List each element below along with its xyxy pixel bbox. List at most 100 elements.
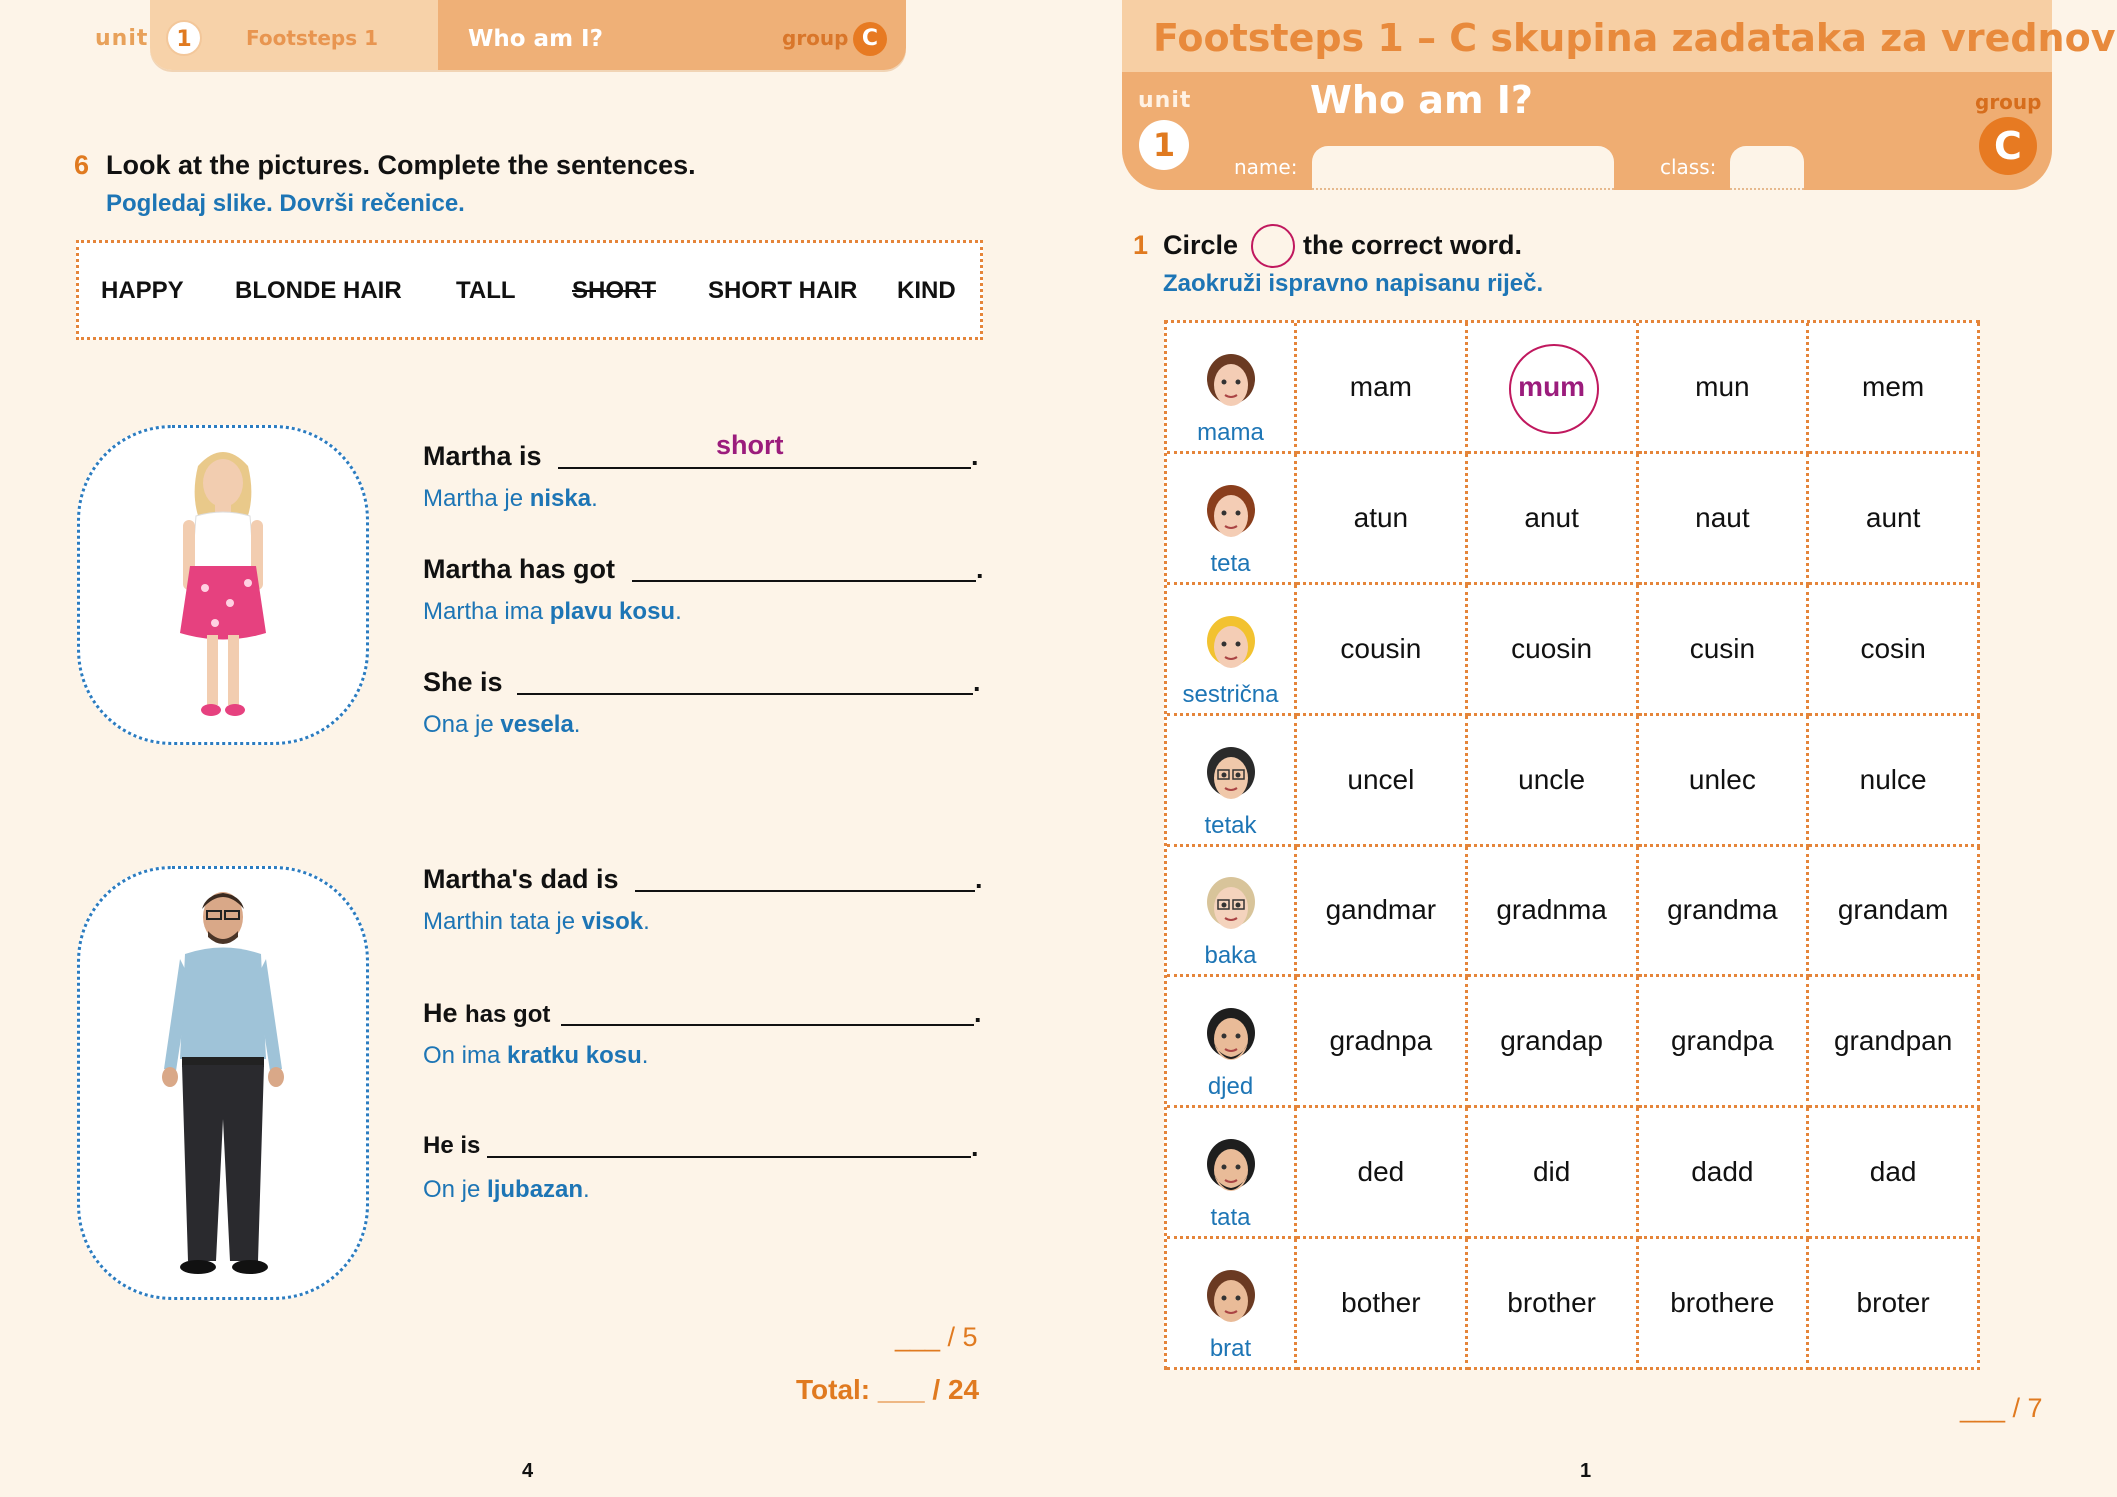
task-instruction-start: Circle [1163, 230, 1239, 260]
word-bank-item: TALL [456, 277, 516, 304]
word-option[interactable]: gandmar [1297, 846, 1468, 978]
face-icon [1206, 615, 1255, 668]
sentence-5-text: He has got [423, 998, 551, 1028]
unit-label: unit [1138, 88, 1192, 113]
word-bank-item: BLONDE HAIR [235, 277, 402, 304]
word-option-circled[interactable]: mum [1467, 323, 1639, 454]
class-field[interactable] [1730, 146, 1804, 190]
word-bank-item: HAPPY [101, 277, 184, 304]
row-picture-4: tetak [1167, 715, 1297, 847]
period: . [974, 998, 982, 1028]
word-option[interactable]: gradnma [1467, 846, 1639, 978]
sentence-4-text: Martha's dad is [423, 864, 619, 894]
unit-number-badge: 1 [166, 20, 202, 56]
group-badge: C [1979, 117, 2037, 175]
sentence-4-translation: Marthin tata je visok. [423, 908, 650, 935]
circle-icon [1251, 224, 1295, 268]
word-option[interactable]: mam [1297, 323, 1468, 454]
word-option[interactable]: naut [1638, 453, 1810, 585]
row-picture-2: teta [1167, 453, 1297, 585]
word-option[interactable]: brother [1467, 1239, 1639, 1370]
answer-line-2[interactable] [632, 580, 976, 582]
word-bank-item: SHORT HAIR [708, 277, 858, 304]
word-option[interactable]: nulce [1809, 715, 1980, 847]
answer-line-6[interactable] [487, 1156, 971, 1158]
word-option[interactable]: dad [1809, 1108, 1980, 1240]
word-option[interactable]: did [1467, 1108, 1639, 1240]
word-option[interactable]: mem [1809, 323, 1980, 454]
worksheet-title: Footsteps 1 – C skupina zadataka za vred… [1153, 16, 2117, 60]
word-option[interactable]: aunt [1809, 453, 1980, 585]
face-icon [1206, 746, 1255, 799]
word-option[interactable]: broter [1809, 1239, 1980, 1370]
name-label: name: [1234, 155, 1298, 179]
word-option[interactable]: cusin [1638, 584, 1810, 716]
word-option[interactable]: mun [1638, 323, 1810, 454]
row-label: tata [1210, 1204, 1251, 1232]
task-number: 1 [1133, 230, 1149, 260]
row-picture-1: mama [1167, 323, 1297, 454]
word-option[interactable]: grandma [1638, 846, 1810, 978]
total-score: Total: ___ / 24 [796, 1374, 980, 1405]
period: . [971, 441, 979, 471]
task-score: ___ / 7 [1960, 1393, 2043, 1423]
face-icon [1206, 1139, 1255, 1192]
task-number: 6 [74, 150, 90, 180]
group-label: group [782, 26, 849, 50]
sentence-6-translation: On je ljubazan. [423, 1176, 590, 1203]
word-option[interactable]: grandap [1467, 977, 1639, 1109]
word-option[interactable]: brothere [1638, 1239, 1810, 1370]
word-option[interactable]: cosin [1809, 584, 1980, 716]
word-option[interactable]: grandam [1809, 846, 1980, 978]
row-label: tetak [1204, 811, 1257, 839]
word-option[interactable]: grandpa [1638, 977, 1810, 1109]
group-label: group [1975, 90, 2042, 114]
row-label: teta [1210, 549, 1251, 577]
word-option[interactable]: gradnpa [1297, 977, 1468, 1109]
sentence-3-translation: Ona je vesela. [423, 711, 581, 738]
girl-picture-frame [77, 425, 369, 745]
face-icon [1206, 353, 1255, 406]
class-label: class: [1660, 155, 1717, 179]
unit-number-badge: 1 [1139, 120, 1189, 170]
answer-line-1[interactable] [558, 467, 971, 469]
word-option[interactable]: atun [1297, 453, 1468, 585]
word-option[interactable]: cousin [1297, 584, 1468, 716]
word-option[interactable]: uncle [1467, 715, 1639, 847]
sentence-2-text: Martha has got [423, 554, 616, 584]
word-option[interactable]: uncel [1297, 715, 1468, 847]
sentence-2-translation: Martha ima plavu kosu. [423, 598, 682, 625]
sentence-5-translation: On ima kratku kosu. [423, 1042, 649, 1069]
word-option[interactable]: grandpan [1809, 977, 1980, 1109]
face-icon [1206, 1008, 1255, 1061]
word-option[interactable]: ded [1297, 1108, 1468, 1240]
row-label: mama [1197, 418, 1264, 446]
period: . [976, 554, 984, 584]
answer-line-3[interactable] [517, 693, 973, 695]
face-icon [1206, 484, 1255, 537]
task-instruction-translation: Pogledaj slike. Dovrši rečenice. [106, 190, 465, 217]
task-instruction-end: the correct word. [1303, 230, 1523, 260]
word-choice-grid: mama mam mum mun mem teta atun anut naut aunt sest… [1164, 320, 1980, 1370]
answer-line-5[interactable] [561, 1024, 974, 1026]
word-option[interactable]: anut [1467, 453, 1639, 585]
book-title: Footsteps 1 [246, 26, 379, 50]
answer-line-4[interactable] [635, 890, 975, 892]
dad-picture-frame [77, 866, 369, 1300]
period: . [975, 864, 983, 894]
sentence-1-text: Martha is [423, 441, 542, 471]
sentence-1-translation: Martha je niska. [423, 485, 598, 512]
task-instruction: Look at the pictures. Complete the sente… [106, 150, 696, 180]
word-option[interactable]: dadd [1638, 1108, 1810, 1240]
word-option[interactable]: cuosin [1467, 584, 1639, 716]
sentence-3-text: She is [423, 667, 503, 697]
word-option[interactable]: unlec [1638, 715, 1810, 847]
period: . [973, 667, 981, 697]
row-label: djed [1207, 1073, 1254, 1101]
sentence-6-text: He is [423, 1132, 481, 1159]
dad-image [162, 892, 284, 1274]
page-number: 1 [1580, 1460, 1592, 1482]
word-option[interactable]: bother [1297, 1239, 1468, 1370]
name-field[interactable] [1312, 146, 1614, 190]
unit-title: Who am I? [1310, 78, 1533, 122]
